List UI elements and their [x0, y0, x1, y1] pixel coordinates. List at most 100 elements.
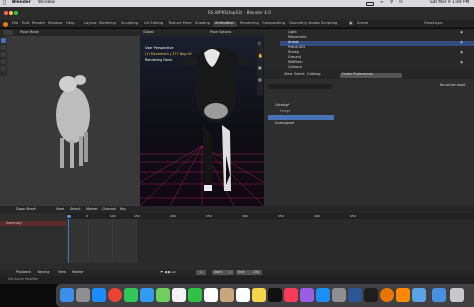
- battery-icon[interactable]: [366, 1, 374, 6]
- downloads-icon[interactable]: [432, 288, 446, 302]
- zoom-window-button[interactable]: [14, 11, 18, 15]
- dopesheet-menu-view[interactable]: View: [56, 207, 64, 211]
- photos-icon[interactable]: [172, 288, 186, 302]
- outliner-item[interactable]: Light: [288, 30, 297, 35]
- outliner-item[interactable]: Sheep: [288, 50, 299, 55]
- visibility-eye-icon[interactable]: ◉: [460, 40, 463, 45]
- left-mode-selector[interactable]: Pose Mode: [20, 30, 39, 35]
- outliner-item[interactable]: MidPlain: [288, 60, 303, 65]
- calendar-icon[interactable]: [204, 288, 218, 302]
- messages-icon[interactable]: [124, 288, 138, 302]
- keying-menu[interactable]: Keying: [38, 270, 49, 274]
- tab-texture-paint[interactable]: Texture Paint: [168, 21, 192, 26]
- dopesheet-menu-key[interactable]: Key: [120, 207, 126, 211]
- grid-view-icon[interactable]: ▦: [258, 78, 262, 82]
- outliner-selected-row[interactable]: [280, 40, 474, 46]
- dopesheet-menu-channel[interactable]: Channel: [102, 207, 116, 211]
- trash-icon[interactable]: [450, 288, 464, 302]
- main-global-selector[interactable]: Global: [143, 30, 154, 34]
- terminal-icon[interactable]: [364, 288, 378, 302]
- tab-sculpting[interactable]: Sculpting: [121, 21, 138, 26]
- tab-modeling[interactable]: Modeling: [99, 21, 116, 26]
- reminders-icon[interactable]: [236, 288, 250, 302]
- pan-hand-icon[interactable]: ✋: [258, 54, 263, 58]
- wifi-icon[interactable]: ≈: [380, 1, 384, 6]
- notes-icon[interactable]: [252, 288, 266, 302]
- tab-compositing[interactable]: Compositing: [262, 21, 285, 26]
- control-center-icon[interactable]: ☷: [399, 1, 403, 6]
- play-controls-icon[interactable]: ⏮ ◀ ▶ ⏭: [160, 270, 175, 275]
- asset-search-input[interactable]: [268, 84, 332, 89]
- asset-menu-view[interactable]: View: [284, 72, 292, 77]
- maps-icon[interactable]: [156, 288, 170, 302]
- cursor-tool-icon[interactable]: [1, 45, 6, 50]
- scene-icon[interactable]: ▣: [349, 21, 352, 26]
- window-menu[interactable]: Window: [38, 1, 55, 6]
- camera-view-icon[interactable]: ▣: [258, 66, 262, 70]
- dopesheet-editor-label[interactable]: Dope Sheet: [16, 207, 36, 211]
- visibility-eye-icon[interactable]: ◉: [460, 60, 463, 65]
- app-menu[interactable]: Blender: [12, 1, 31, 6]
- editor-type-button[interactable]: [3, 30, 13, 35]
- apple-icon[interactable]: : [3, 0, 6, 6]
- safari-icon[interactable]: [92, 288, 106, 302]
- dopesheet-timeline[interactable]: 1 0 100 150 200 250 300 350 400 450: [66, 213, 474, 263]
- menu-edit[interactable]: Edit: [22, 21, 29, 26]
- menu-help[interactable]: Help: [66, 21, 74, 26]
- playhead-frame[interactable]: 1: [67, 214, 71, 218]
- mail-icon[interactable]: [140, 288, 154, 302]
- menu-window[interactable]: Window: [48, 21, 63, 26]
- launchpad-icon[interactable]: [76, 288, 90, 302]
- outliner-item[interactable]: Armat: [288, 40, 299, 45]
- catalog-unassigned[interactable]: Unassigned: [275, 121, 294, 125]
- music-icon[interactable]: [284, 288, 298, 302]
- catalog-tree-item[interactable]: Catalog*: [275, 103, 289, 107]
- outliner-item[interactable]: Ground: [288, 55, 301, 60]
- settings-icon[interactable]: [332, 288, 346, 302]
- blender-logo-icon[interactable]: [3, 21, 8, 27]
- catalog-tree-item[interactable]: Image: [280, 109, 290, 113]
- menu-render[interactable]: Render: [32, 21, 45, 26]
- tab-layout[interactable]: Layout: [84, 21, 97, 26]
- asset-menu-select[interactable]: Select: [294, 72, 305, 77]
- tab-animation[interactable]: Animation: [215, 21, 234, 26]
- facetime-icon[interactable]: [188, 288, 202, 302]
- viewlayer-name[interactable]: ViewLayer: [424, 21, 443, 26]
- clock[interactable]: Sat Mar 9 1:49 PM: [430, 1, 469, 6]
- menu-file[interactable]: File: [12, 21, 18, 26]
- tab-shading[interactable]: Shading: [195, 21, 210, 26]
- scene-name[interactable]: Scene: [357, 21, 368, 26]
- tab-scripting[interactable]: Scripting: [321, 21, 337, 26]
- close-window-button[interactable]: [4, 11, 8, 15]
- marker-menu[interactable]: Marker: [72, 270, 84, 274]
- search-icon[interactable]: ⚲: [390, 1, 393, 6]
- appstore-icon[interactable]: [316, 288, 330, 302]
- dopesheet-menu-select[interactable]: Select: [70, 207, 80, 211]
- outliner-item[interactable]: Camera: [288, 65, 302, 70]
- dopesheet-menu-marker[interactable]: Marker: [86, 207, 98, 211]
- scale-tool-icon[interactable]: [1, 66, 6, 71]
- contacts-icon[interactable]: [220, 288, 234, 302]
- view-menu[interactable]: View: [58, 270, 66, 274]
- vlc-icon[interactable]: [396, 288, 410, 302]
- catalog-selected-row[interactable]: [268, 115, 334, 120]
- rotate-tool-icon[interactable]: [1, 59, 6, 64]
- playhead-line[interactable]: [68, 219, 69, 263]
- minimize-window-button[interactable]: [9, 11, 13, 15]
- visibility-eye-icon[interactable]: ◉: [460, 50, 463, 55]
- pose-options-button[interactable]: Pose Options: [210, 30, 231, 34]
- asset-menu-catalog[interactable]: Catalog: [307, 72, 320, 77]
- outliner-item[interactable]: Movement: [288, 35, 307, 40]
- finder-icon[interactable]: [60, 288, 74, 302]
- visibility-eye-icon[interactable]: ◉: [460, 30, 463, 35]
- tv-icon[interactable]: [268, 288, 282, 302]
- cow-model[interactable]: [182, 45, 252, 195]
- playback-menu[interactable]: Playback: [16, 270, 31, 274]
- move-tool-icon[interactable]: [1, 52, 6, 57]
- select-tool-icon[interactable]: [1, 38, 6, 43]
- tab-geometry-nodes[interactable]: Geometry Nodes: [289, 21, 320, 26]
- outliner-item[interactable]: Plane.002: [288, 45, 305, 50]
- tab-rendering[interactable]: Rendering: [240, 21, 259, 26]
- word-icon[interactable]: [348, 288, 362, 302]
- chrome-icon[interactable]: [108, 288, 122, 302]
